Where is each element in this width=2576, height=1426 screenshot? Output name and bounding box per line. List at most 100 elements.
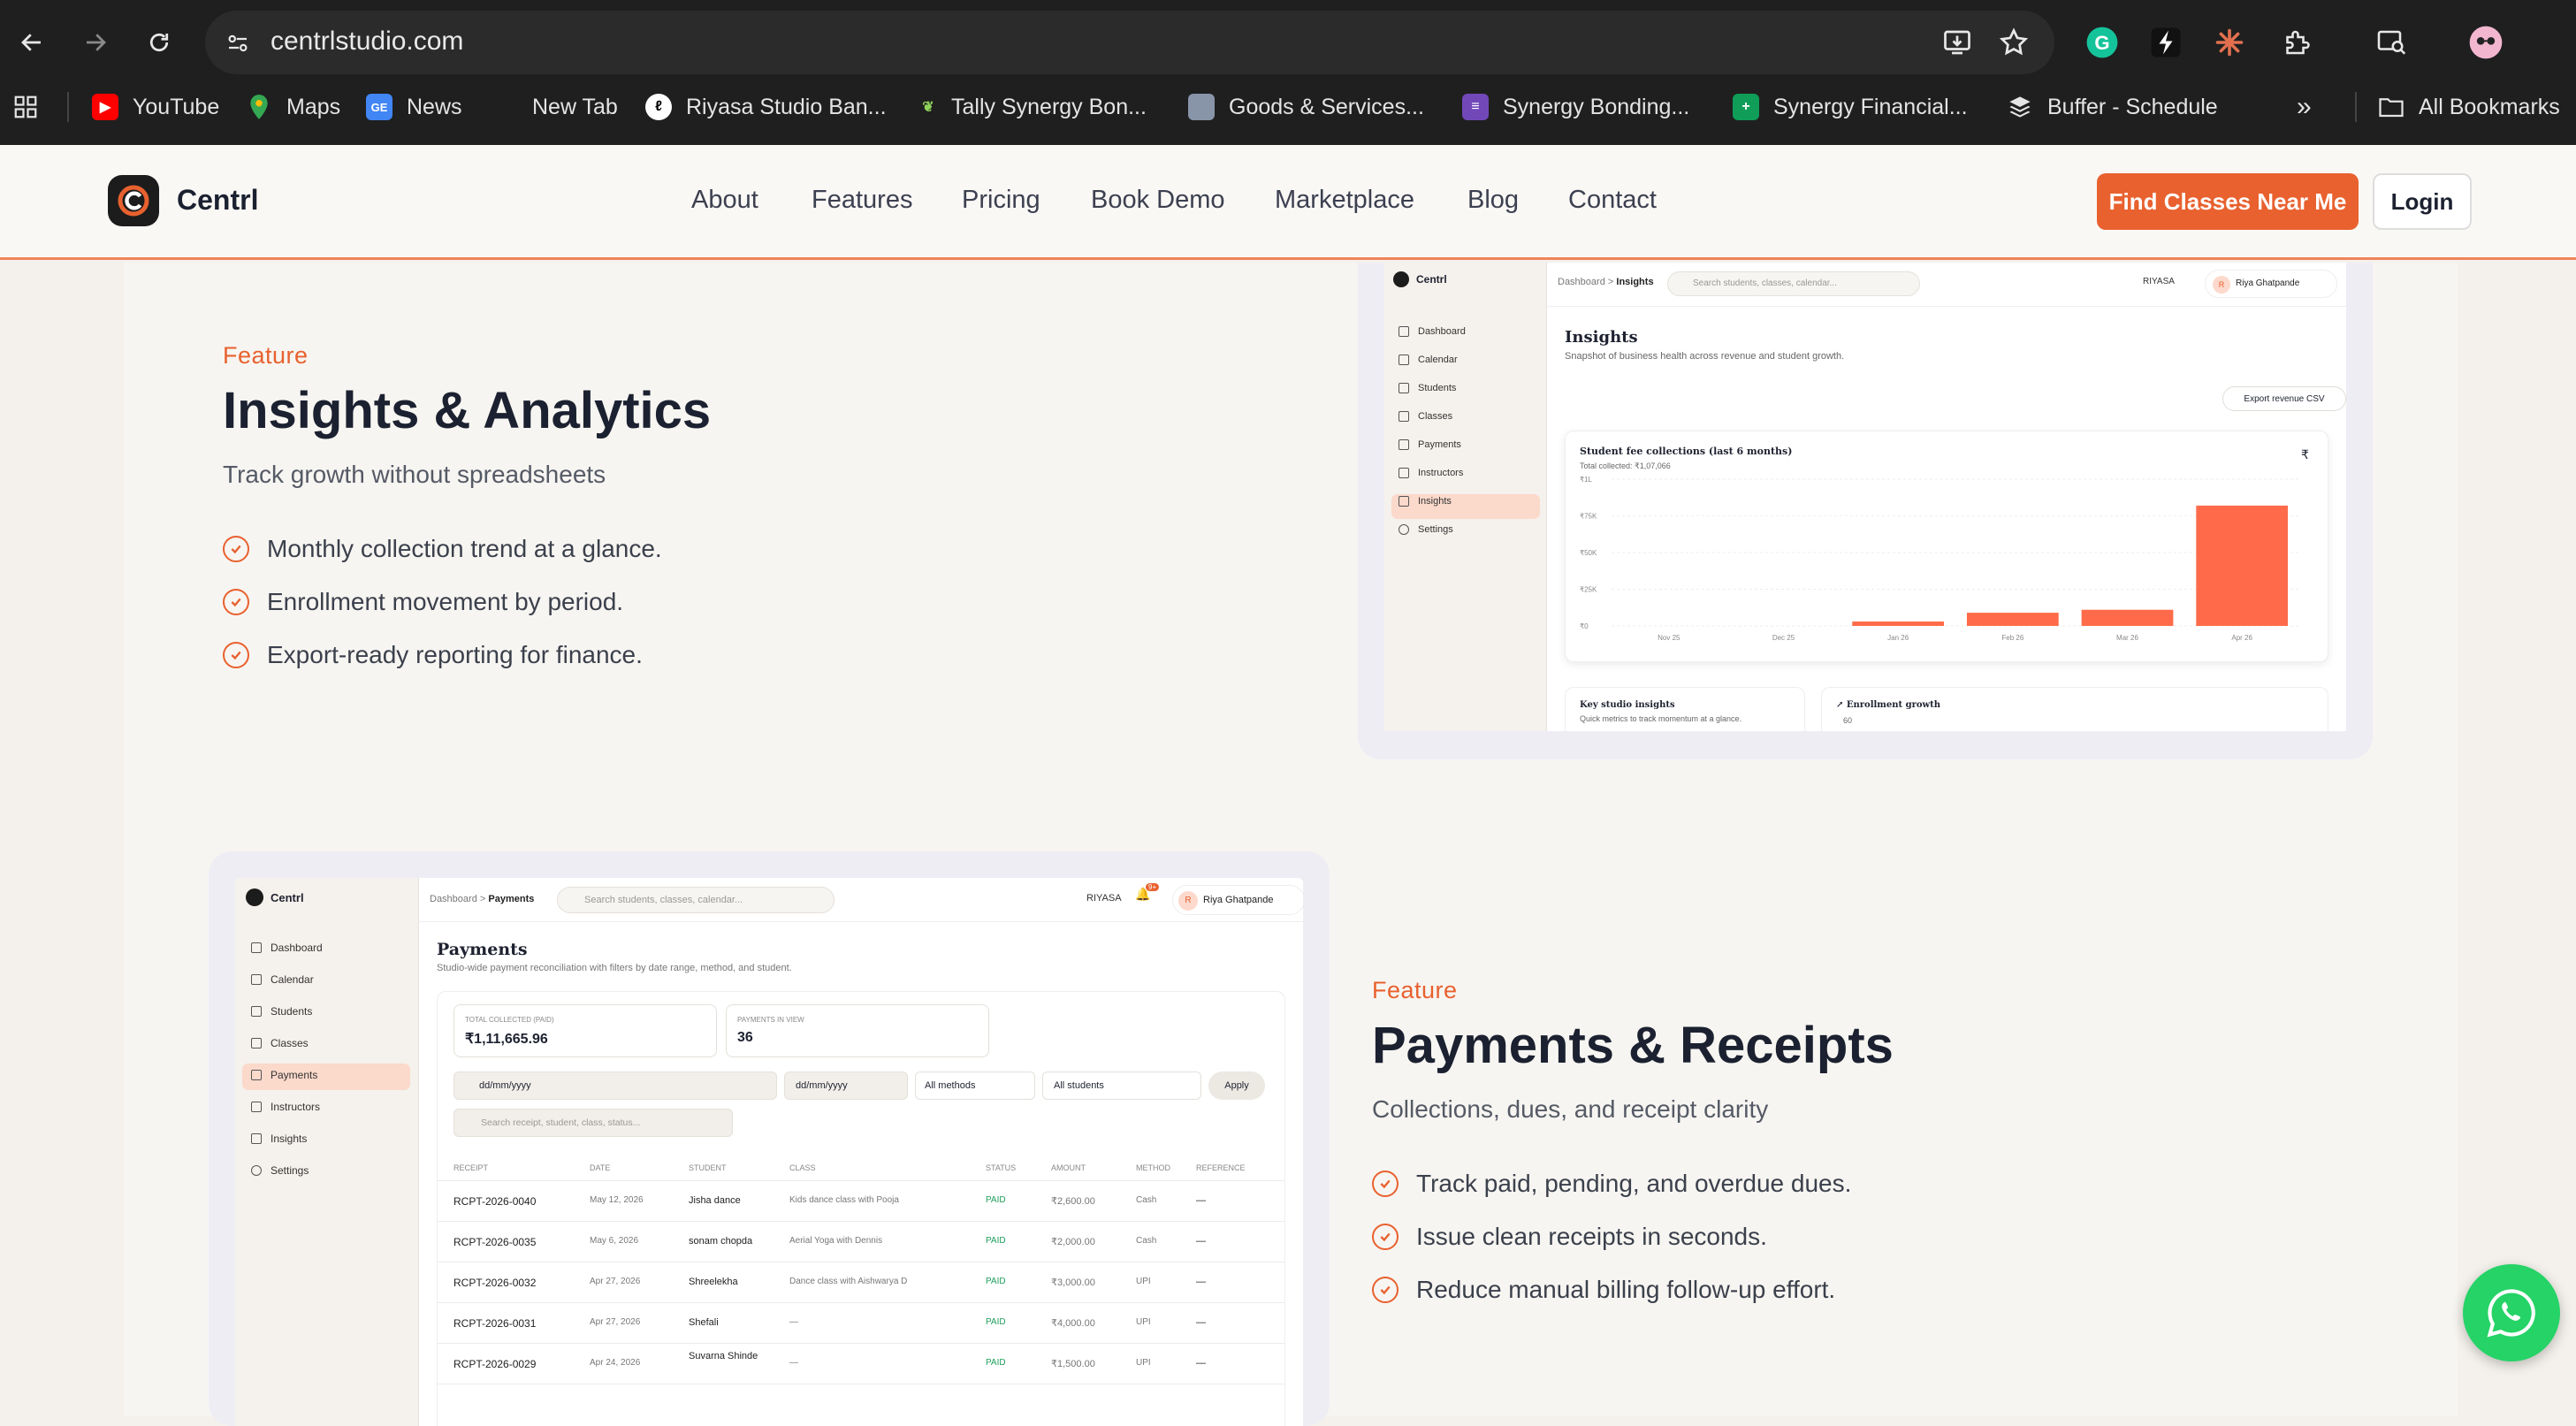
nav-features[interactable]: Features (812, 186, 912, 215)
check-circle-icon (223, 589, 249, 615)
site-info-icon[interactable] (225, 30, 251, 61)
apps-grid-icon[interactable] (12, 94, 39, 125)
mock-sidebar-item-active[interactable]: Insights (1399, 496, 1452, 507)
mock-sidebar-item[interactable]: Payments (1399, 439, 1461, 450)
mock-sidebar-item[interactable]: Dashboard (251, 942, 323, 954)
sheets-icon: + (1733, 94, 1759, 120)
nav-contact[interactable]: Contact (1568, 186, 1657, 215)
mock-sidebar-item[interactable]: Calendar (1399, 355, 1458, 365)
mock-sidebar-item[interactable]: Students (251, 1005, 312, 1018)
cell-method: UPI (1136, 1317, 1151, 1327)
claude-extension-icon[interactable] (2210, 23, 2249, 62)
address-bar[interactable]: centrlstudio.com (205, 11, 2054, 74)
mock-search-input[interactable]: Search students, classes, calendar... (557, 887, 835, 913)
install-app-icon[interactable] (1941, 27, 1973, 63)
grammarly-extension-icon[interactable]: G (2083, 23, 2122, 62)
chart-bar[interactable] (1966, 613, 2059, 626)
nav-blog[interactable]: Blog (1467, 186, 1519, 215)
tab-search-icon[interactable] (2373, 23, 2412, 62)
brand-name[interactable]: Centrl (177, 184, 258, 217)
site-header: Centrl About Features Pricing Book Demo … (0, 145, 2576, 260)
bookmark-maps[interactable]: Maps (246, 90, 340, 124)
table-row[interactable]: RCPT-2026-0031 Apr 27, 2026 Shefali — PAID ₹4… (438, 1303, 1284, 1344)
nav-pricing[interactable]: Pricing (962, 186, 1040, 215)
cell-amount: ₹4,000.00 (1051, 1318, 1095, 1329)
bookmark-new-tab[interactable]: New Tab (492, 90, 618, 124)
whatsapp-chat-button[interactable] (2463, 1264, 2560, 1361)
reload-icon[interactable] (138, 21, 180, 64)
all-bookmarks-folder[interactable]: All Bookmarks (2378, 90, 2560, 124)
date-from-input[interactable]: dd/mm/yyyy (453, 1071, 777, 1100)
mock-sidebar-item[interactable]: Settings (1399, 524, 1453, 535)
bookmark-youtube[interactable]: ▶ YouTube (92, 90, 219, 124)
cell-reference: — (1196, 1277, 1206, 1287)
login-button[interactable]: Login (2373, 173, 2472, 230)
cell-method: Cash (1136, 1236, 1157, 1246)
mock-sidebar-item[interactable]: Instructors (1399, 468, 1463, 478)
bookmark-goods-services[interactable]: Goods & Services... (1188, 90, 1424, 124)
student-select[interactable]: All students (1042, 1071, 1201, 1100)
bookmarks-overflow-chevron[interactable]: » (2297, 90, 2312, 124)
payments-eyebrow: Feature (1372, 977, 1458, 1003)
mock-user-menu[interactable]: R Riya Ghatpande (1172, 885, 1303, 915)
table-row[interactable]: RCPT-2026-0035 May 6, 2026 sonam chopda Aer… (438, 1222, 1284, 1262)
mock-search-input[interactable]: Search students, classes, calendar... (1667, 271, 1920, 296)
chart-y-tick-label: ₹25K (1580, 586, 1597, 594)
mock-sidebar-item[interactable]: Instructors (251, 1101, 320, 1113)
table-row[interactable]: RCPT-2026-0029 Apr 24, 2026 Suvarna Shinde… (438, 1344, 1284, 1384)
grid-icon (1399, 326, 1409, 337)
mock-sidebar-item[interactable]: Students (1399, 383, 1456, 393)
chart-bar[interactable] (2081, 609, 2174, 626)
nav-marketplace[interactable]: Marketplace (1275, 186, 1414, 215)
grid-icon (251, 942, 262, 953)
mock-sidebar-item[interactable]: Calendar (251, 973, 314, 986)
bookmark-news[interactable]: GE News (366, 90, 462, 124)
profile-avatar-icon[interactable] (2466, 23, 2505, 62)
bookmark-synergy-bonding[interactable]: ≡ Synergy Bonding... (1462, 90, 1689, 124)
mock-sidebar-item[interactable]: Classes (251, 1037, 309, 1049)
apply-button[interactable]: Apply (1208, 1071, 1265, 1100)
mock-brand: Centrl (1393, 271, 1447, 287)
forward-icon[interactable] (74, 21, 117, 64)
table-row[interactable]: RCPT-2026-0032 Apr 27, 2026 Shreelekha Danc… (438, 1262, 1284, 1303)
find-classes-button[interactable]: Find Classes Near Me (2097, 173, 2359, 230)
back-icon[interactable] (11, 21, 53, 64)
bolt-extension-icon[interactable] (2146, 23, 2185, 62)
mock-sidebar-item[interactable]: Classes (1399, 411, 1452, 422)
receipt-search-input[interactable]: Search receipt, student, class, status..… (453, 1109, 733, 1137)
table-row[interactable]: RCPT-2026-0040 May 12, 2026 Jisha dance Kid… (438, 1181, 1284, 1222)
stat-total-collected: TOTAL COLLECTED (PAID) ₹1,11,665.96 (453, 1004, 717, 1057)
extensions-puzzle-icon[interactable] (2277, 23, 2316, 62)
gear-icon (251, 1165, 262, 1176)
bookmark-riyasa[interactable]: ℓ Riyasa Studio Ban... (645, 90, 887, 124)
cell-amount: ₹2,600.00 (1051, 1196, 1095, 1207)
payments-section: Centrl Dashboard Calendar Students Class… (124, 793, 2458, 1426)
riyasa-icon: ℓ (645, 94, 672, 120)
mock-studio-label: RIYASA (2143, 277, 2175, 286)
url-text[interactable]: centrlstudio.com (271, 27, 463, 57)
chart-bar[interactable] (2196, 505, 2289, 626)
mock-export-button[interactable]: Export revenue CSV (2222, 386, 2346, 411)
mock-sidebar-item[interactable]: Dashboard (1399, 326, 1466, 337)
card-icon (1399, 439, 1409, 450)
date-to-input[interactable]: dd/mm/yyyy (784, 1071, 908, 1100)
bookmark-buffer[interactable]: Buffer - Schedule (2007, 90, 2218, 124)
bookmark-synergy-financial[interactable]: + Synergy Financial... (1733, 90, 1968, 124)
mock-user-menu[interactable]: R Riya Ghatpande (2205, 270, 2337, 298)
mock-sidebar-item[interactable]: Settings (251, 1164, 309, 1177)
bookmark-star-icon[interactable] (1998, 27, 2030, 63)
method-select[interactable]: All methods (915, 1071, 1035, 1100)
mock-sidebar: Centrl Dashboard Calendar Students Class… (235, 878, 419, 1426)
mock-sidebar-item[interactable]: Insights (251, 1132, 307, 1145)
nav-about[interactable]: About (691, 186, 758, 215)
check-circle-icon (1372, 1277, 1399, 1303)
mock-topbar: Dashboard > Payments Search students, cl… (419, 878, 1303, 922)
centrl-logo-icon[interactable] (108, 175, 159, 226)
chart-bar[interactable] (1852, 621, 1945, 626)
payments-title: Payments & Receipts (1372, 1017, 1894, 1074)
bell-icon[interactable]: 🔔 9+ (1135, 883, 1160, 902)
mock-sidebar-item-active[interactable]: Payments (251, 1069, 317, 1081)
insights-title: Insights & Analytics (223, 382, 712, 439)
nav-book-demo[interactable]: Book Demo (1091, 186, 1225, 215)
bookmark-tally-synergy[interactable]: ❦ Tally Synergy Bon... (919, 90, 1147, 124)
